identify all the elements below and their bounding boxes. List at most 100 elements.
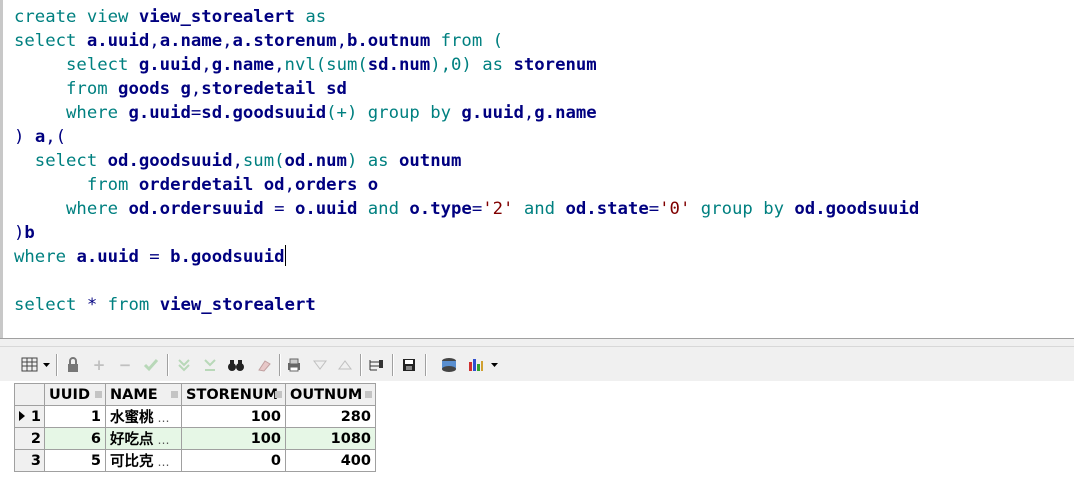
code-token: )	[14, 223, 25, 243]
code-line[interactable]: where od.ordersuuid = o.uuid and o.type=…	[14, 197, 919, 221]
dropdown-arrow-icon-2[interactable]	[490, 355, 500, 375]
code-line[interactable]: select od.goodsuuid,sum(od.num) as outnu…	[14, 149, 919, 173]
binoculars-icon[interactable]	[226, 355, 246, 375]
table-row[interactable]: 1 1 水蜜桃… 100 280	[14, 405, 376, 428]
table-row[interactable]: 3 5 可比克… 0 400	[14, 449, 376, 472]
code-line[interactable]: ) a,(	[14, 125, 919, 149]
cell-outnum[interactable]: 280	[285, 405, 376, 428]
triangle-up-icon[interactable]	[335, 355, 355, 375]
code-token: =	[263, 199, 295, 219]
code-token: from	[107, 295, 160, 315]
check-icon[interactable]	[141, 355, 161, 375]
code-token: od.state	[565, 199, 649, 219]
code-token: goods g	[118, 79, 191, 99]
cell-name[interactable]: 好吃点…	[105, 427, 182, 450]
dropdown-arrow-icon[interactable]	[42, 355, 52, 375]
row-number[interactable]: 3	[14, 449, 45, 472]
code-line[interactable]: from orderdetail od,orders o	[14, 173, 919, 197]
code-token: b.outnum	[346, 31, 431, 51]
print-icon[interactable]	[284, 355, 304, 375]
code-line[interactable]: where a.uuid = b.goodsuuid	[14, 245, 919, 269]
code-token: select	[14, 151, 108, 171]
results-toolbar: + −	[0, 347, 1074, 381]
cell-storenum[interactable]: 100	[181, 405, 286, 428]
pane-splitter[interactable]	[0, 338, 1074, 347]
sql-editor[interactable]: create view view_storealert as select a.u…	[0, 0, 1074, 338]
column-header-name[interactable]: NAME	[105, 383, 182, 406]
code-token: view_storealert	[159, 295, 316, 315]
cell-outnum[interactable]: 1080	[285, 427, 376, 450]
column-header-storenum[interactable]: STORENUM	[181, 383, 286, 406]
code-line[interactable]: select g.uuid,g.name,nvl(sum(sd.num),0) …	[14, 53, 919, 77]
code-token: ,(	[45, 127, 67, 147]
column-header-outnum[interactable]: OUTNUM	[285, 383, 376, 406]
grid-select-icon[interactable]	[18, 355, 42, 375]
code-token: '2'	[482, 199, 514, 219]
cell-name[interactable]: 水蜜桃…	[105, 405, 182, 428]
ellipsis-button[interactable]: …	[158, 455, 170, 469]
code-token: a.uuid	[86, 31, 150, 51]
tree-export-icon[interactable]	[365, 355, 387, 375]
code-token: ,	[232, 151, 243, 171]
code-token: select	[14, 55, 139, 75]
table-row[interactable]: 2 6 好吃点… 100 1080	[14, 427, 376, 450]
chart-icon[interactable]	[466, 355, 486, 375]
eraser-icon[interactable]	[254, 355, 274, 375]
code-token: od.goodsuuid	[794, 199, 920, 219]
code-token: =	[138, 247, 171, 267]
code-token: od.goodsuuid	[107, 151, 233, 171]
toolbar-separator	[392, 354, 394, 376]
sql-code[interactable]: create view view_storealert as select a.u…	[14, 5, 919, 317]
cell-outnum[interactable]: 400	[285, 449, 376, 472]
code-token: ,	[201, 55, 212, 75]
code-token: sd.goodsuuid	[201, 103, 327, 123]
header-row: UUID NAME STORENUM OUTNUM	[14, 383, 376, 406]
cell-name[interactable]: 可比克…	[105, 449, 182, 472]
code-token: g.name	[534, 103, 597, 123]
plus-icon[interactable]: +	[89, 355, 109, 375]
code-token: (+) group by	[326, 103, 462, 123]
save-icon[interactable]	[399, 355, 419, 375]
code-token: sd.num	[367, 55, 431, 75]
ellipsis-button[interactable]: …	[158, 433, 170, 447]
cell-storenum[interactable]: 0	[181, 449, 286, 472]
cell-storenum[interactable]: 100	[181, 427, 286, 450]
cell-uuid[interactable]: 6	[44, 427, 106, 450]
code-token: as	[294, 7, 327, 27]
code-line[interactable]: create view view_storealert as	[14, 5, 919, 29]
minus-icon[interactable]: −	[115, 355, 135, 375]
current-row-pointer-icon	[19, 411, 25, 421]
code-line[interactable]: select * from view_storealert	[14, 293, 919, 317]
column-header-uuid[interactable]: UUID	[44, 383, 106, 406]
row-header-corner[interactable]	[14, 383, 45, 406]
row-number[interactable]: 2	[14, 427, 45, 450]
down-arrow-double-icon[interactable]	[200, 355, 220, 375]
code-line[interactable]: where g.uuid=sd.goodsuuid(+) group by g.…	[14, 101, 919, 125]
code-token: where	[14, 247, 77, 267]
query-by-example-icon[interactable]	[438, 355, 460, 375]
triangle-down-icon[interactable]	[310, 355, 330, 375]
code-token: ,	[336, 31, 347, 51]
lock-icon[interactable]	[63, 355, 83, 375]
ellipsis-button[interactable]: …	[158, 411, 170, 425]
results-grid: UUID NAME STORENUM OUTNUM 1 1 水蜜桃… 100 2…	[0, 381, 1074, 490]
down-arrow-icon[interactable]	[174, 355, 194, 375]
toolbar-separator	[56, 354, 58, 376]
code-token: od.ordersuuid	[128, 199, 264, 219]
code-token: a.storenum	[232, 31, 337, 51]
code-line[interactable]	[14, 269, 919, 293]
row-number[interactable]: 1	[14, 405, 45, 428]
code-token: o.uuid	[294, 199, 358, 219]
code-line[interactable]: from goods g,storedetail sd	[14, 77, 919, 101]
code-token: from (	[430, 31, 504, 51]
code-token: ),0) as	[430, 55, 514, 75]
cell-uuid[interactable]: 5	[44, 449, 106, 472]
code-token: '0'	[659, 199, 691, 219]
code-line[interactable]: select a.uuid,a.name,a.storenum,b.outnum…	[14, 29, 919, 53]
code-line[interactable]: )b	[14, 221, 919, 245]
code-token: ,	[523, 103, 535, 123]
code-token: select	[14, 295, 87, 315]
toolbar-separator	[360, 354, 362, 376]
cell-uuid[interactable]: 1	[44, 405, 106, 428]
sort-icon	[365, 391, 372, 398]
